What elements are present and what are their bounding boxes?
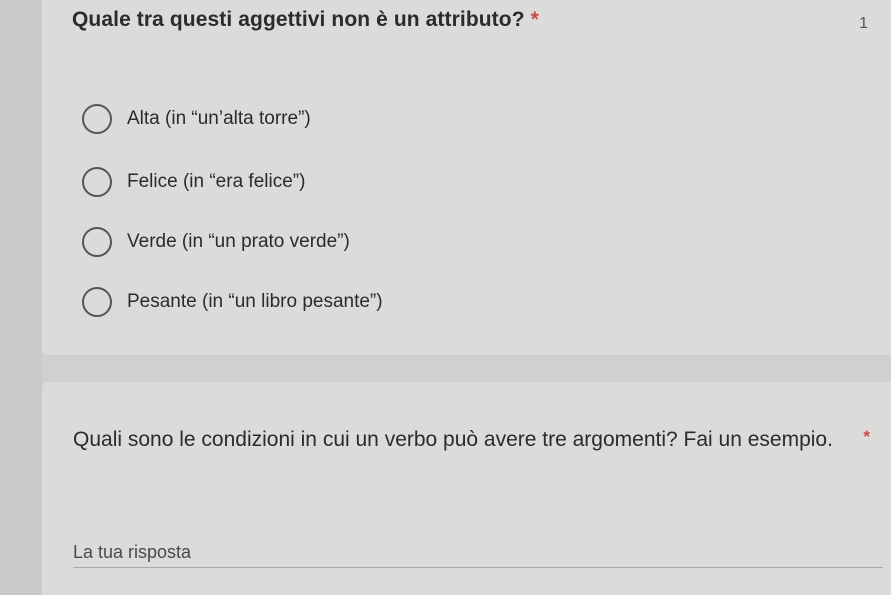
radio-button[interactable] bbox=[82, 104, 112, 134]
radio-button[interactable] bbox=[82, 227, 112, 257]
question-2-title: Quali sono le condizioni in cui un verbo… bbox=[73, 428, 833, 451]
radio-button[interactable] bbox=[82, 167, 112, 197]
page-margin bbox=[0, 0, 42, 595]
question-corner-number: 1 bbox=[859, 15, 868, 32]
option-pesante[interactable]: Pesante (in “un libro pesante”) bbox=[82, 287, 383, 317]
option-label: Alta (in “un’alta torre”) bbox=[127, 108, 311, 129]
answer-text-field[interactable] bbox=[73, 537, 883, 568]
question-card-1: Quale tra questi aggettivi non è un attr… bbox=[42, 0, 891, 355]
option-label: Felice (in “era felice”) bbox=[127, 171, 306, 192]
required-asterisk: * bbox=[863, 427, 870, 446]
question-1-text: Quale tra questi aggettivi non è un attr… bbox=[72, 8, 525, 31]
question-1-title: Quale tra questi aggettivi non è un attr… bbox=[72, 8, 539, 32]
option-label: Verde (in “un prato verde”) bbox=[127, 231, 350, 252]
question-card-2: Quali sono le condizioni in cui un verbo… bbox=[42, 382, 891, 595]
option-felice[interactable]: Felice (in “era felice”) bbox=[82, 167, 306, 197]
option-verde[interactable]: Verde (in “un prato verde”) bbox=[82, 227, 350, 257]
radio-button[interactable] bbox=[82, 287, 112, 317]
required-asterisk: * bbox=[530, 8, 539, 31]
option-label: Pesante (in “un libro pesante”) bbox=[127, 291, 383, 312]
option-alta[interactable]: Alta (in “un’alta torre”) bbox=[82, 104, 311, 134]
form-page: Quale tra questi aggettivi non è un attr… bbox=[0, 0, 891, 595]
